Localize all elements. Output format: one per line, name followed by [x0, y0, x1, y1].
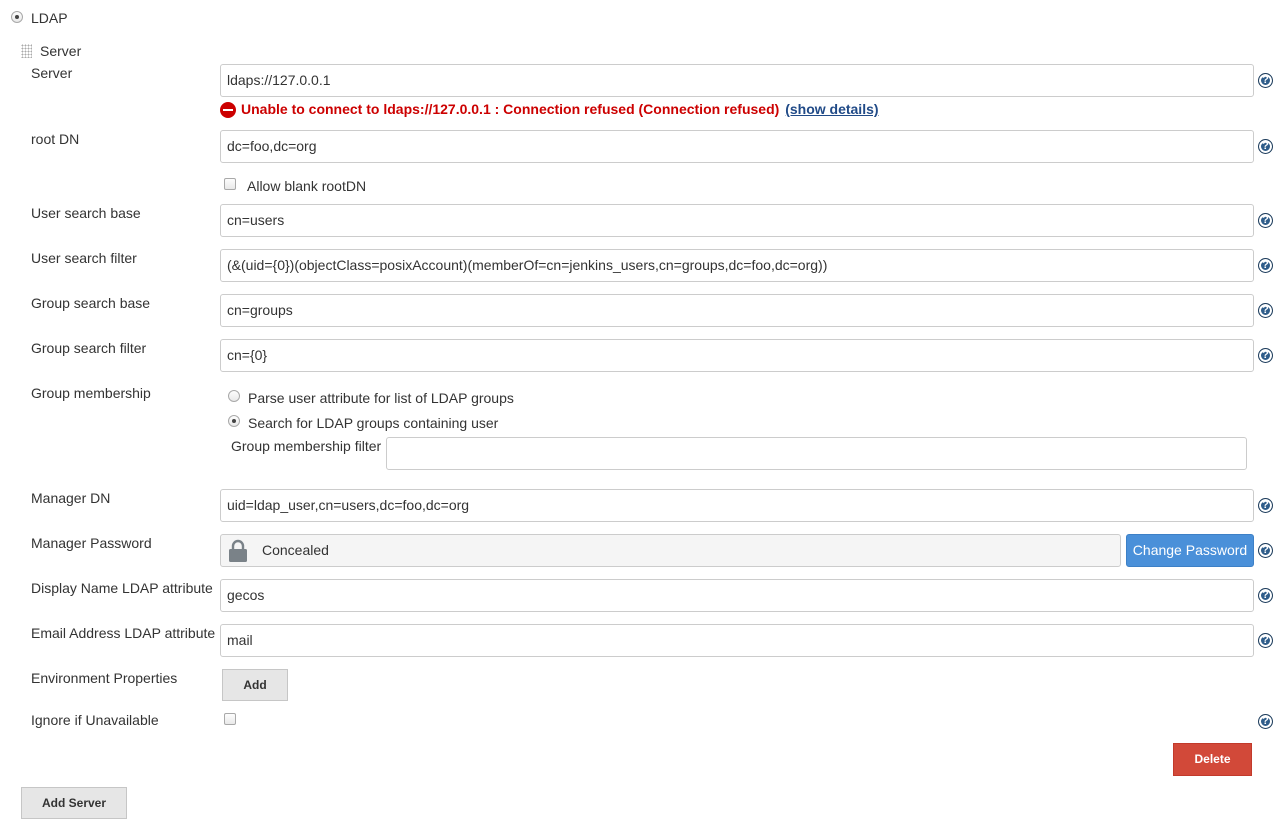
help-icon[interactable]: ?	[1258, 543, 1273, 558]
help-icon[interactable]: ?	[1258, 588, 1273, 603]
search-groups-label: Search for LDAP groups containing user	[248, 415, 499, 431]
manager-password-field: Concealed	[220, 534, 1121, 567]
help-icon[interactable]: ?	[1258, 213, 1273, 228]
group-membership-label: Group membership	[31, 385, 151, 401]
parse-user-attribute-label: Parse user attribute for list of LDAP gr…	[248, 390, 514, 406]
ignore-if-unavailable-label: Ignore if Unavailable	[31, 712, 159, 728]
group-search-filter-label: Group search filter	[31, 340, 147, 356]
ignore-if-unavailable-checkbox[interactable]	[224, 713, 236, 725]
help-icon[interactable]: ?	[1258, 633, 1273, 648]
delete-server-button[interactable]: Delete	[1173, 743, 1252, 776]
help-icon[interactable]: ?	[1258, 73, 1273, 88]
help-icon[interactable]: ?	[1258, 258, 1273, 273]
group-membership-filter-input[interactable]	[386, 437, 1247, 470]
add-server-button[interactable]: Add Server	[21, 787, 127, 819]
password-concealed-text: Concealed	[262, 542, 329, 558]
server-error-message: Unable to connect to ldaps://127.0.0.1 :…	[241, 101, 879, 117]
group-search-base-label: Group search base	[31, 295, 151, 311]
group-search-base-input[interactable]: cn=groups	[220, 294, 1254, 327]
help-icon[interactable]: ?	[1258, 714, 1273, 729]
user-search-base-input[interactable]: cn=users	[220, 204, 1254, 237]
search-groups-radio[interactable]	[228, 415, 240, 427]
email-attr-input[interactable]: mail	[220, 624, 1254, 657]
root-dn-input[interactable]: dc=foo,dc=org	[220, 130, 1254, 163]
user-search-base-label: User search base	[31, 205, 141, 221]
error-icon	[220, 102, 236, 118]
group-search-filter-input[interactable]: cn={0}	[220, 339, 1254, 372]
lock-icon	[229, 539, 247, 562]
error-text: Unable to connect to ldaps://127.0.0.1 :…	[241, 101, 780, 117]
server-label: Server	[31, 65, 73, 81]
parse-user-attribute-radio[interactable]	[228, 390, 240, 402]
allow-blank-rootdn-checkbox[interactable]	[224, 178, 236, 190]
email-attr-label: Email Address LDAP attribute	[31, 625, 216, 641]
manager-dn-input[interactable]: uid=ldap_user,cn=users,dc=foo,dc=org	[220, 489, 1254, 522]
allow-blank-rootdn-label: Allow blank rootDN	[247, 178, 367, 194]
display-name-attr-label: Display Name LDAP attribute	[31, 580, 213, 596]
show-details-link[interactable]: (show details)	[785, 101, 878, 117]
display-name-attr-input[interactable]: gecos	[220, 579, 1254, 612]
user-search-filter-input[interactable]: (&(uid={0})(objectClass=posixAccount)(me…	[220, 249, 1254, 282]
user-search-filter-label: User search filter	[31, 250, 137, 266]
change-password-button[interactable]: Change Password	[1126, 534, 1254, 567]
help-icon[interactable]: ?	[1258, 303, 1273, 318]
environment-properties-label: Environment Properties	[31, 670, 178, 686]
drag-handle-icon[interactable]	[21, 44, 32, 58]
server-section-header: Server	[40, 43, 82, 59]
group-membership-filter-label: Group membership filter	[231, 438, 382, 454]
manager-password-label: Manager Password	[31, 535, 152, 551]
help-icon[interactable]: ?	[1258, 348, 1273, 363]
root-dn-label: root DN	[31, 131, 80, 147]
server-input[interactable]: ldaps://127.0.0.1	[220, 64, 1254, 97]
help-icon[interactable]: ?	[1258, 498, 1273, 513]
help-icon[interactable]: ?	[1258, 139, 1273, 154]
add-environment-property-button[interactable]: Add	[222, 669, 288, 701]
ldap-realm-radio[interactable]	[11, 11, 23, 23]
ldap-realm-label: LDAP	[31, 10, 68, 26]
manager-dn-label: Manager DN	[31, 490, 111, 506]
